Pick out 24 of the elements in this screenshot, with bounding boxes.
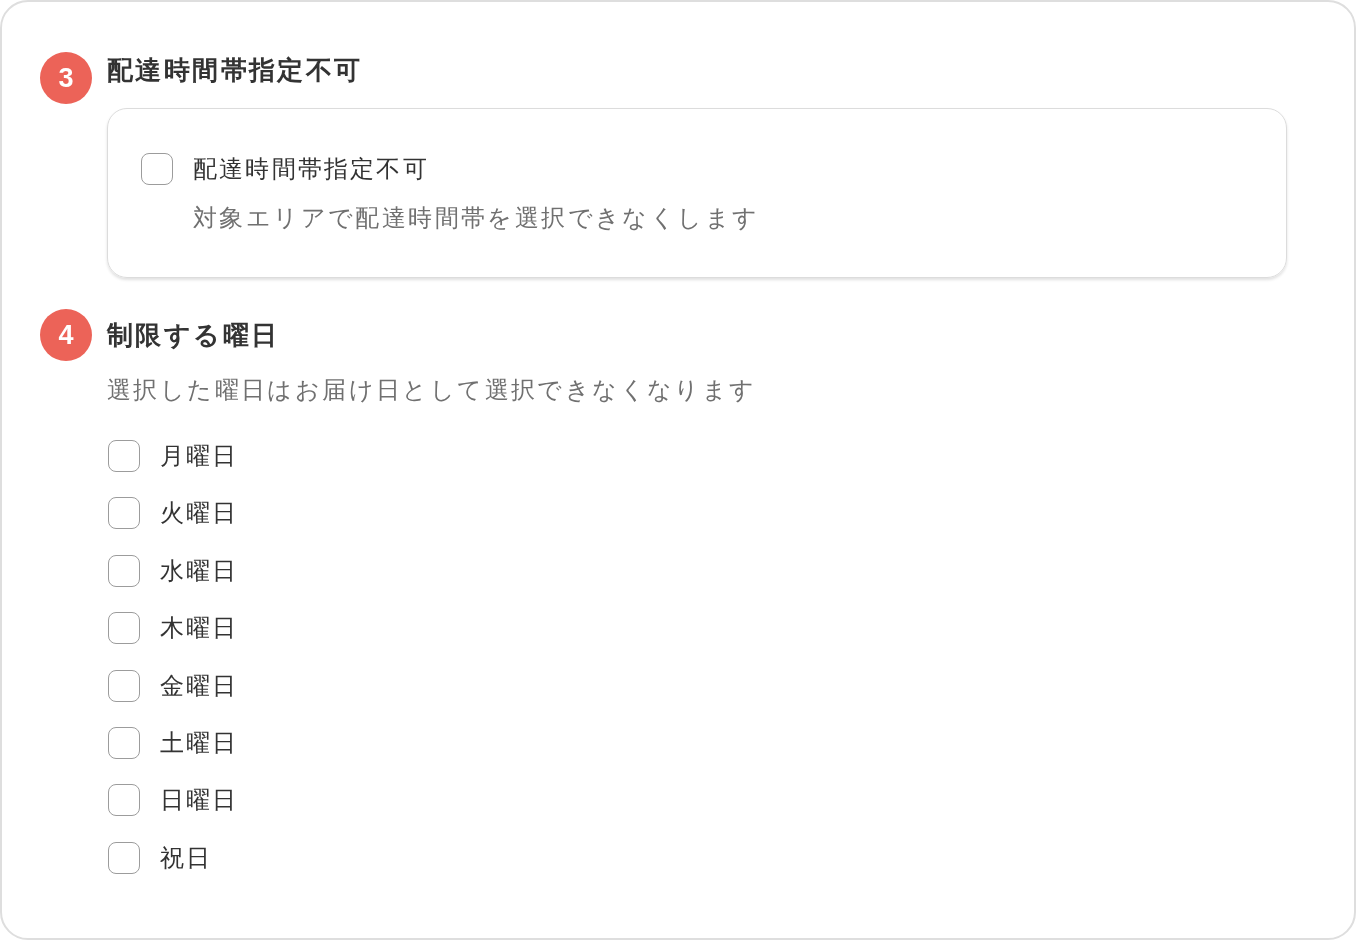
checkbox[interactable] bbox=[108, 669, 140, 702]
section-heading: 配達時間帯指定不可 bbox=[107, 54, 363, 87]
step-number-badge: 4 bbox=[40, 309, 92, 361]
step-number-badge: 3 bbox=[40, 52, 92, 104]
checkbox-label: 月曜日 bbox=[160, 441, 239, 472]
checkbox-label: 木曜日 bbox=[160, 613, 239, 645]
checkbox[interactable] bbox=[108, 841, 140, 874]
section-heading: 制限する曜日 bbox=[107, 319, 280, 352]
checkbox[interactable] bbox=[108, 554, 140, 587]
checkbox-label: 配達時間帯指定不可 bbox=[193, 154, 429, 185]
checkbox-label: 祝日 bbox=[160, 842, 213, 874]
checkbox-label: 金曜日 bbox=[160, 670, 239, 702]
section-description: 選択した曜日はお届け日として選択できなくなります bbox=[107, 375, 758, 406]
checkbox[interactable] bbox=[141, 153, 173, 185]
checkbox[interactable] bbox=[108, 726, 140, 759]
option-description: 対象エリアで配達時間帯を選択できなくします bbox=[193, 203, 761, 234]
checkbox[interactable] bbox=[108, 784, 140, 817]
checkbox[interactable] bbox=[108, 497, 140, 530]
checkbox-label: 水曜日 bbox=[160, 555, 239, 587]
checkbox-label: 火曜日 bbox=[160, 498, 239, 530]
checkbox-label: 日曜日 bbox=[160, 785, 239, 817]
checkbox[interactable] bbox=[108, 612, 140, 645]
checkbox[interactable] bbox=[108, 440, 140, 472]
checkbox-label: 土曜日 bbox=[160, 727, 239, 759]
